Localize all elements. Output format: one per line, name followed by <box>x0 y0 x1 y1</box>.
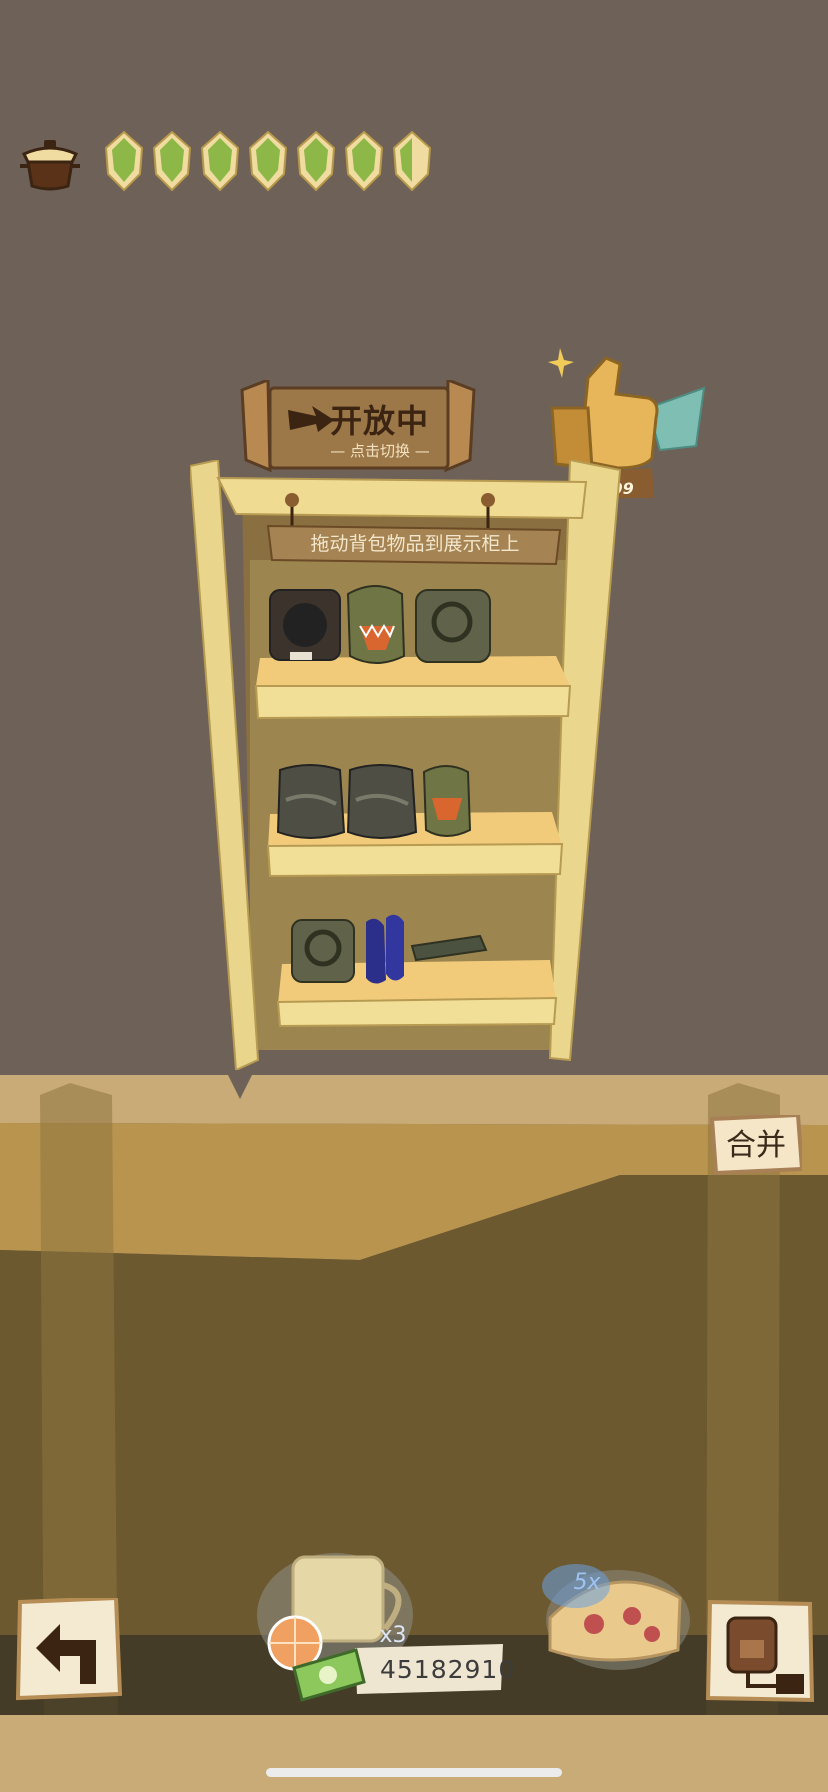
monster-mask-item[interactable] <box>346 585 406 664</box>
backpack-transfer-icon[interactable] <box>706 1600 814 1706</box>
olive-bag-item[interactable] <box>415 589 491 663</box>
heart-full-icon <box>248 130 288 192</box>
pizza-count-badge: 5x <box>573 1570 601 1595</box>
grey-sack-item[interactable] <box>346 764 418 839</box>
home-indicator[interactable] <box>266 1768 562 1777</box>
heart-full-icon <box>344 130 384 192</box>
merge-button-label: 合并 <box>726 1128 786 1163</box>
sign-subtitle: — 点击切换 — <box>330 442 430 460</box>
heart-full-icon <box>296 130 336 192</box>
heart-full-icon <box>104 130 144 192</box>
heart-partial-icon <box>392 130 432 192</box>
money-amount: 45182910 <box>380 1655 516 1684</box>
dark-backpack-item[interactable] <box>269 589 341 661</box>
heart-full-icon <box>200 130 240 192</box>
cash-icon <box>292 1648 366 1702</box>
pot-icon <box>20 140 80 191</box>
monster-mask-item[interactable] <box>422 765 472 837</box>
sign-title: 开放中 <box>330 402 430 440</box>
olive-bag-item[interactable] <box>291 919 355 983</box>
back-arrow-icon[interactable] <box>16 1598 122 1704</box>
shelf-instruction: 拖动背包物品到展示柜上 <box>310 533 520 555</box>
grey-sack-item[interactable] <box>276 764 346 839</box>
heart-full-icon <box>152 130 192 192</box>
health-bar <box>100 128 436 200</box>
